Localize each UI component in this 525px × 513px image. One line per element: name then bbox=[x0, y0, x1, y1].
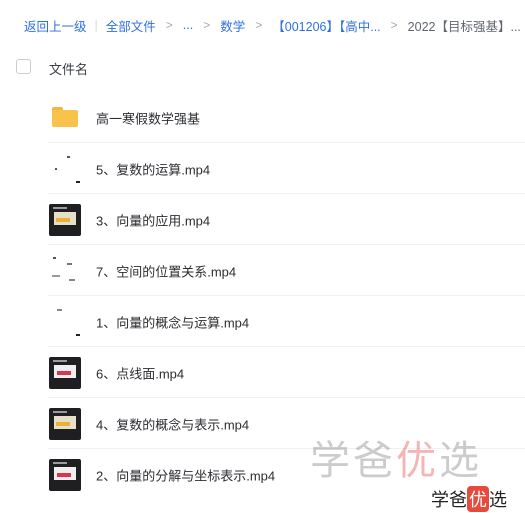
list-item[interactable]: 7、空间的位置关系.mp4 bbox=[0, 245, 525, 296]
breadcrumb-item-ellipsis[interactable]: ... bbox=[183, 18, 193, 32]
folder-icon bbox=[52, 107, 78, 127]
watermark-badge: 学爸优选 bbox=[431, 486, 507, 512]
file-name: 3、向量的应用.mp4 bbox=[96, 213, 211, 228]
list-item[interactable]: 5、复数的运算.mp4 bbox=[0, 143, 525, 194]
breadcrumb: 返回上一级 | 全部文件 > ... > 数学 > 【001206】【高中...… bbox=[24, 16, 525, 34]
list-item[interactable]: 高一寒假数学强基 bbox=[0, 92, 525, 143]
list-item[interactable]: 1、向量的概念与运算.mp4 bbox=[0, 296, 525, 347]
chevron-right-icon: > bbox=[165, 18, 173, 32]
file-name: 高一寒假数学强基 bbox=[96, 111, 201, 126]
chevron-right-icon: > bbox=[390, 18, 398, 32]
file-name: 5、复数的运算.mp4 bbox=[96, 162, 211, 177]
video-thumbnail-icon bbox=[49, 357, 81, 389]
video-thumbnail-icon bbox=[49, 204, 81, 236]
video-thumbnail-icon bbox=[49, 153, 81, 185]
video-thumbnail-icon bbox=[49, 306, 81, 338]
video-thumbnail-icon bbox=[49, 255, 81, 287]
list-item[interactable]: 6、点线面.mp4 bbox=[0, 347, 525, 398]
video-thumbnail-icon bbox=[49, 459, 81, 491]
chevron-right-icon: > bbox=[255, 18, 263, 32]
file-name: 6、点线面.mp4 bbox=[96, 366, 185, 381]
back-link[interactable]: 返回上一级 bbox=[24, 16, 87, 34]
file-name: 7、空间的位置关系.mp4 bbox=[96, 264, 237, 279]
watermark-logo: 学爸优选 bbox=[310, 438, 482, 484]
chevron-right-icon: > bbox=[203, 18, 211, 32]
video-thumbnail-icon bbox=[49, 408, 81, 440]
breadcrumb-item-course[interactable]: 【001206】【高中... bbox=[272, 16, 380, 34]
list-item[interactable]: 3、向量的应用.mp4 bbox=[0, 194, 525, 245]
file-name: 4、复数的概念与表示.mp4 bbox=[96, 417, 250, 432]
column-header-filename[interactable]: 文件名 bbox=[49, 59, 88, 78]
file-name: 2、向量的分解与坐标表示.mp4 bbox=[96, 468, 276, 483]
select-all-checkbox[interactable] bbox=[16, 59, 31, 74]
file-name: 1、向量的概念与运算.mp4 bbox=[96, 315, 250, 330]
breadcrumb-item-math[interactable]: 数学 bbox=[220, 16, 245, 34]
breadcrumb-item-all-files[interactable]: 全部文件 bbox=[106, 16, 156, 34]
breadcrumb-divider: | bbox=[94, 18, 98, 32]
breadcrumb-item-current: 2022【目标强基】... bbox=[407, 19, 521, 34]
